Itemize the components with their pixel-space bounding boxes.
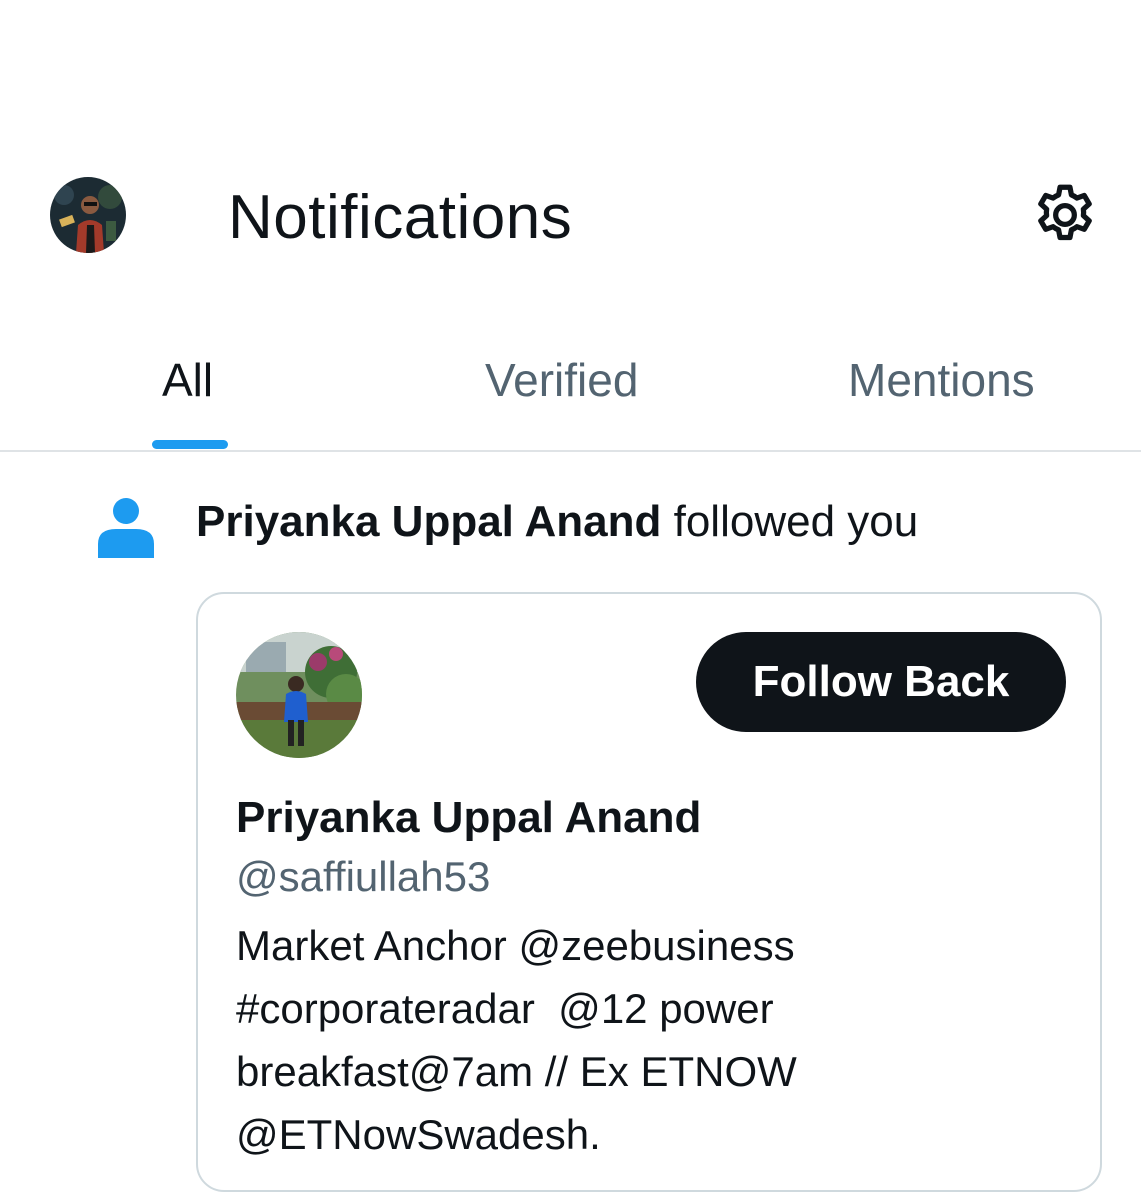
person-icon <box>96 496 156 558</box>
top-bar: Notifications <box>0 150 1141 280</box>
bio-line: #corporateradar @12 power <box>236 985 774 1032</box>
gear-icon[interactable] <box>1030 180 1100 250</box>
account-avatar[interactable] <box>50 177 126 253</box>
user-card[interactable]: Follow Back Priyanka Uppal Anand @saffiu… <box>196 592 1102 1192</box>
tab-verified[interactable]: Verified <box>485 352 638 408</box>
notification-tabs: All Verified Mentions <box>0 330 1141 452</box>
active-tab-indicator <box>152 440 228 449</box>
bio-line: @ETNowSwadesh. <box>236 1111 601 1158</box>
page-title: Notifications <box>228 183 573 252</box>
notification-user-name[interactable]: Priyanka Uppal Anand <box>196 497 661 546</box>
tab-mentions[interactable]: Mentions <box>848 352 1035 408</box>
follow-back-button[interactable]: Follow Back <box>696 632 1066 732</box>
profile-handle[interactable]: @saffiullah53 <box>236 850 490 904</box>
avatar[interactable] <box>236 632 362 758</box>
profile-bio: Market Anchor @zeebusiness #corporaterad… <box>236 914 1056 1166</box>
bio-line: Market Anchor @zeebusiness <box>236 922 795 969</box>
follow-notification[interactable]: Priyanka Uppal Anand followed you Follow… <box>0 452 1141 1200</box>
notification-text: Priyanka Uppal Anand followed you <box>196 494 918 550</box>
profile-display-name[interactable]: Priyanka Uppal Anand <box>236 790 701 846</box>
bio-line: breakfast@7am // Ex ETNOW <box>236 1048 797 1095</box>
notification-action: followed you <box>673 497 919 546</box>
tab-all[interactable]: All <box>162 352 213 408</box>
